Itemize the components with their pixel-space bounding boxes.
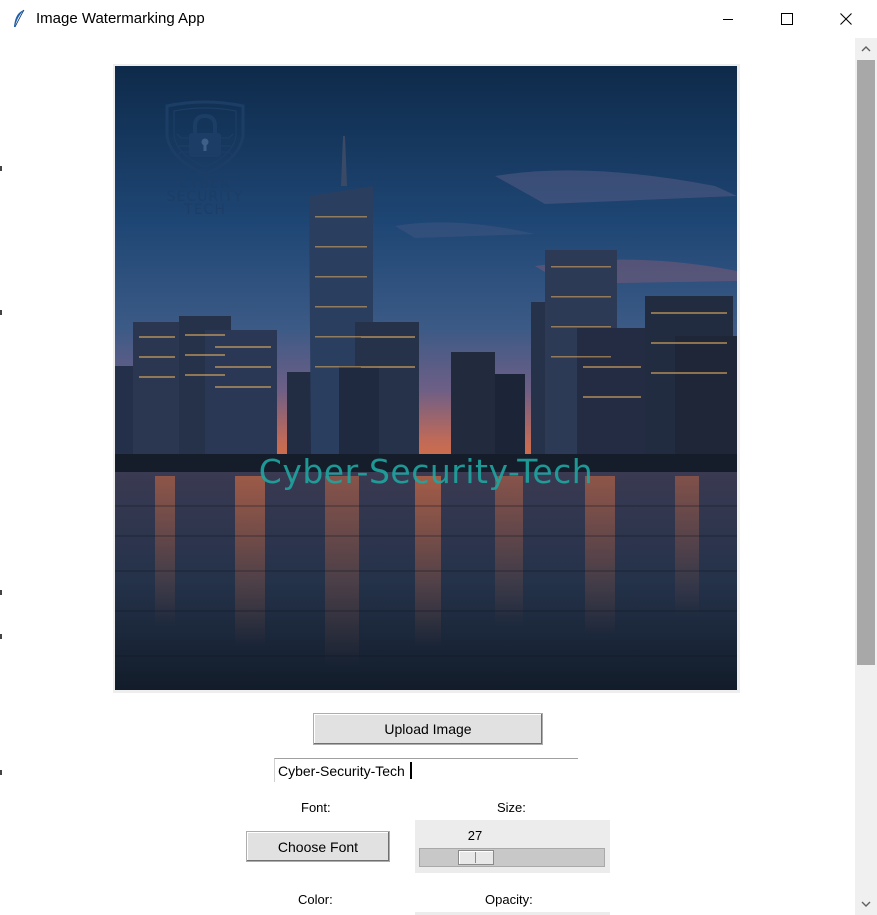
app-window: Image Watermarking App CYBER SECURITY TE…: [0, 0, 877, 915]
scrollbar-thumb[interactable]: [857, 60, 875, 665]
size-slider-handle[interactable]: [458, 850, 494, 865]
size-label: Size:: [497, 800, 526, 815]
clipped-edge-mark: [0, 166, 2, 171]
image-preview-frame: CYBER SECURITY TECH Cyber-Security-Tech: [113, 64, 740, 693]
minimize-button[interactable]: [699, 0, 757, 38]
close-icon: [840, 13, 852, 25]
minimize-icon: [722, 13, 734, 25]
size-value: 27: [467, 828, 483, 843]
clipped-edge-mark: [0, 590, 2, 595]
logo-line-3: TECH: [184, 202, 226, 218]
shield-lock-icon: [165, 100, 245, 176]
watermarked-image: CYBER SECURITY TECH Cyber-Security-Tech: [115, 66, 737, 690]
maximize-icon: [781, 13, 793, 25]
size-slider-trough[interactable]: [419, 848, 605, 867]
scroll-down-arrow-icon: [861, 895, 871, 913]
upload-image-button[interactable]: Upload Image: [313, 713, 543, 745]
feather-icon: [12, 9, 26, 29]
vertical-scrollbar[interactable]: [855, 38, 877, 915]
window-title: Image Watermarking App: [36, 10, 205, 27]
scroll-up-arrow-icon: [861, 40, 871, 58]
title-bar: Image Watermarking App: [0, 0, 877, 38]
watermark-text-input[interactable]: [274, 758, 578, 782]
choose-font-button[interactable]: Choose Font: [246, 831, 390, 862]
close-button[interactable]: [817, 0, 875, 38]
maximize-button[interactable]: [758, 0, 816, 38]
scroll-down-button[interactable]: [855, 893, 877, 915]
logo-watermark: CYBER SECURITY TECH: [143, 100, 267, 222]
font-label: Font:: [301, 800, 331, 815]
clipped-edge-mark: [0, 770, 2, 775]
opacity-label: Opacity:: [485, 892, 533, 907]
text-cursor: [410, 762, 412, 779]
watermark-text: Cyber-Security-Tech: [258, 452, 594, 491]
scroll-up-button[interactable]: [855, 38, 877, 60]
clipped-edge-mark: [0, 634, 2, 639]
size-scale: 27: [415, 820, 610, 873]
color-label: Color:: [298, 892, 333, 907]
clipped-edge-mark: [0, 310, 2, 315]
